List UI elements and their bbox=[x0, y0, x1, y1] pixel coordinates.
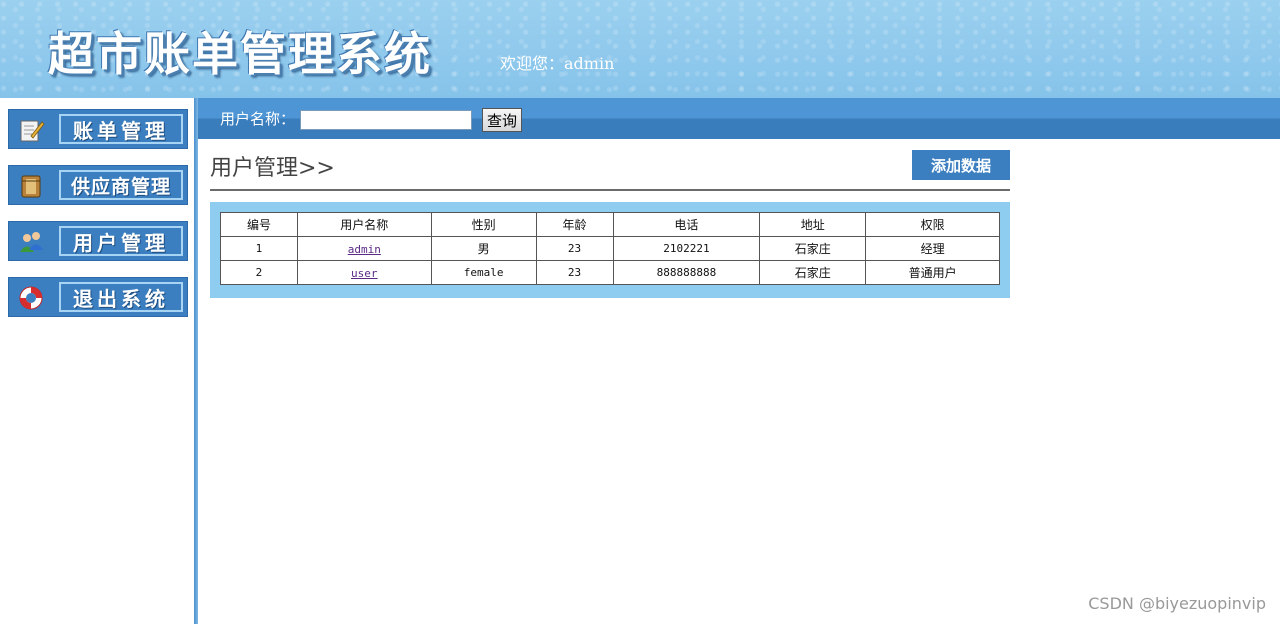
column-header: 权限 bbox=[865, 212, 1000, 237]
column-header: 编号 bbox=[220, 212, 298, 237]
cell-role: 经理 bbox=[865, 236, 1000, 261]
sidebar-item-users[interactable]: 用户管理 bbox=[8, 221, 188, 261]
sidebar-item-label: 供应商管理 bbox=[59, 170, 183, 200]
username-link[interactable]: admin bbox=[348, 243, 381, 256]
cell-phone: 2102221 bbox=[612, 236, 761, 261]
sidebar-item-label: 账单管理 bbox=[59, 114, 183, 144]
table-header-row: 编号 用户名称 性别 年龄 电话 地址 权限 bbox=[220, 212, 1000, 237]
sidebar-item-suppliers[interactable]: 供应商管理 bbox=[8, 165, 188, 205]
app-title: 超市账单管理系统 bbox=[48, 27, 432, 81]
sidebar-item-label: 用户管理 bbox=[59, 226, 183, 256]
notepad-pencil-icon bbox=[17, 116, 45, 144]
lifebuoy-icon bbox=[17, 284, 45, 312]
cell-age: 23 bbox=[535, 260, 614, 285]
page-title: 用户管理>> bbox=[210, 156, 335, 181]
cell-age: 23 bbox=[535, 236, 614, 261]
column-header: 用户名称 bbox=[296, 212, 432, 237]
sidebar: 账单管理 供应商管理 用户管理 退出系统 bbox=[0, 98, 194, 624]
cell-gender: 男 bbox=[430, 236, 537, 261]
header-banner: 超市账单管理系统 欢迎您：admin bbox=[0, 0, 1280, 98]
cell-id: 1 bbox=[220, 236, 298, 261]
divider bbox=[210, 189, 1010, 191]
sidebar-item-bills[interactable]: 账单管理 bbox=[8, 109, 188, 149]
cell-phone: 888888888 bbox=[612, 260, 761, 285]
column-header: 年龄 bbox=[535, 212, 614, 237]
username-link[interactable]: user bbox=[351, 267, 378, 280]
sidebar-divider bbox=[194, 98, 198, 624]
watermark-text: CSDN @biyezuopinvip bbox=[1088, 594, 1266, 613]
cell-id: 2 bbox=[220, 260, 298, 285]
cell-username: user bbox=[296, 260, 432, 285]
table-row: 1 admin 男 23 2102221 石家庄 经理 bbox=[220, 236, 1000, 261]
cell-address: 石家庄 bbox=[759, 260, 867, 285]
username-search-input[interactable] bbox=[300, 110, 472, 130]
sidebar-item-logout[interactable]: 退出系统 bbox=[8, 277, 188, 317]
cell-role: 普通用户 bbox=[865, 260, 1000, 285]
sidebar-item-label: 退出系统 bbox=[59, 282, 183, 312]
table-row: 2 user female 23 888888888 石家庄 普通用户 bbox=[220, 260, 1000, 285]
cell-address: 石家庄 bbox=[759, 236, 867, 261]
search-label: 用户名称： bbox=[220, 110, 296, 128]
query-button[interactable]: 查询 bbox=[482, 108, 522, 132]
column-header: 性别 bbox=[430, 212, 537, 237]
users-icon bbox=[17, 228, 45, 256]
welcome-text: 欢迎您：admin bbox=[500, 54, 615, 73]
column-header: 电话 bbox=[612, 212, 761, 237]
users-table-frame: 编号 用户名称 性别 年龄 电话 地址 权限 1 admin 男 23 2102… bbox=[210, 202, 1010, 298]
book-icon bbox=[17, 172, 45, 200]
cell-username: admin bbox=[296, 236, 432, 261]
add-data-button[interactable]: 添加数据 bbox=[912, 150, 1010, 180]
cell-gender: female bbox=[430, 260, 537, 285]
search-bar: 用户名称： 查询 bbox=[198, 98, 1280, 139]
column-header: 地址 bbox=[759, 212, 867, 237]
users-table: 编号 用户名称 性别 年龄 电话 地址 权限 1 admin 男 23 2102… bbox=[220, 212, 1000, 285]
